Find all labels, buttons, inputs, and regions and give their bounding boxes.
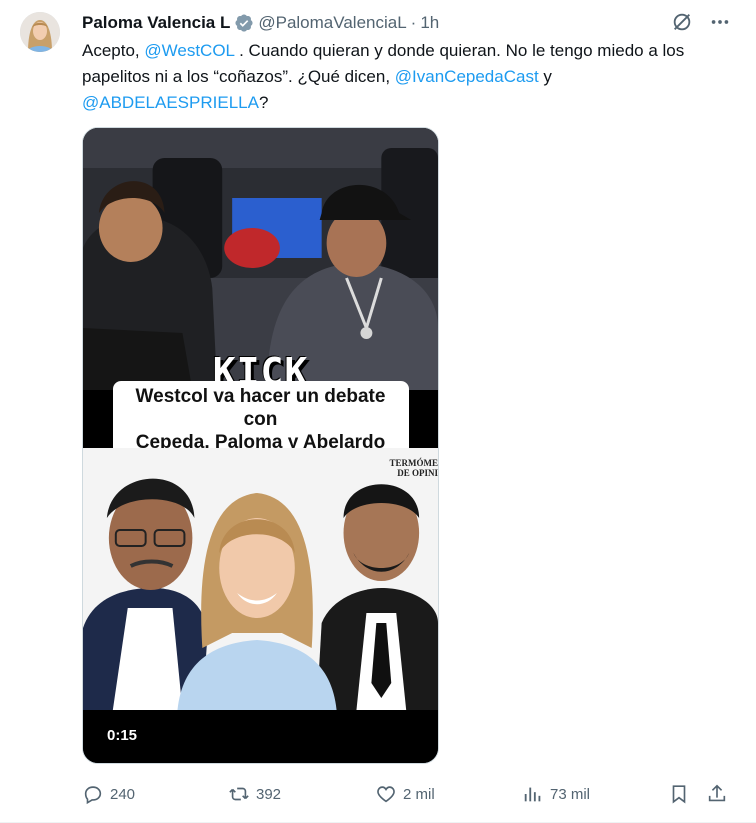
separator-dot: · (410, 13, 417, 32)
tweet-text: Acepto, @WestCOL . Cuando quieran y dond… (82, 38, 732, 116)
watermark-line-1: TERMÓME (389, 458, 439, 468)
tweet-header: Paloma Valencia L @PalomaValenciaL · 1h (82, 10, 439, 36)
reply-button[interactable]: 240 (82, 781, 135, 807)
bookmark-icon (672, 785, 686, 804)
avatar-image (20, 12, 60, 52)
headline-banner: Westcol va hacer un debate con Cepeda, P… (83, 380, 438, 458)
like-button[interactable]: 2 mil (375, 781, 435, 807)
grok-icon[interactable] (670, 10, 694, 34)
handle[interactable]: @PalomaValenciaL (258, 13, 406, 33)
share-icon (708, 784, 726, 802)
watermark: TERMÓME DE OPINI (390, 458, 439, 478)
text-segment: ? (258, 93, 269, 112)
text-segment: y (538, 67, 552, 86)
tweet[interactable]: Paloma Valencia L @PalomaValenciaL · 1h … (0, 0, 756, 823)
mention-ivancepedacast[interactable]: @IvanCepedaCast (395, 67, 539, 86)
repost-button[interactable]: 392 (228, 781, 281, 807)
reply-icon (84, 786, 102, 805)
action-bar: 240 392 2 mil 73 mil (82, 781, 732, 807)
mention-abdelaespriella[interactable]: @ABDELAESPRIELLA (82, 93, 259, 112)
bookmark-button[interactable] (668, 781, 690, 807)
views-button[interactable]: 73 mil (522, 781, 590, 807)
reply-count: 240 (110, 785, 136, 803)
headline-box: Westcol va hacer un debate con Cepeda, P… (112, 380, 409, 458)
display-name[interactable]: Paloma Valencia L (82, 13, 230, 33)
mention-westcol[interactable]: @WestCOL (144, 41, 234, 60)
watermark-line-2: DE OPINI (397, 468, 438, 478)
repost-icon (229, 787, 249, 801)
more-icon[interactable] (708, 10, 732, 34)
avatar[interactable] (20, 12, 60, 52)
verified-badge-icon[interactable] (234, 13, 254, 33)
share-button[interactable] (706, 781, 728, 807)
views-icon (524, 787, 541, 802)
tweet-top-actions (670, 10, 732, 34)
video-player[interactable]: KICK Westcol va hacer un debate con Cepe… (82, 127, 439, 764)
video-duration: 0:15 (107, 727, 138, 744)
headline-line-1: Westcol va hacer un debate con (135, 385, 386, 430)
timestamp[interactable]: 1h (420, 13, 439, 33)
repost-count: 392 (256, 785, 282, 803)
like-count: 2 mil (403, 785, 435, 803)
like-icon (377, 786, 395, 803)
video-frame-portraits (83, 448, 438, 710)
views-count: 73 mil (550, 785, 591, 803)
text-segment: Acepto, (82, 41, 145, 60)
